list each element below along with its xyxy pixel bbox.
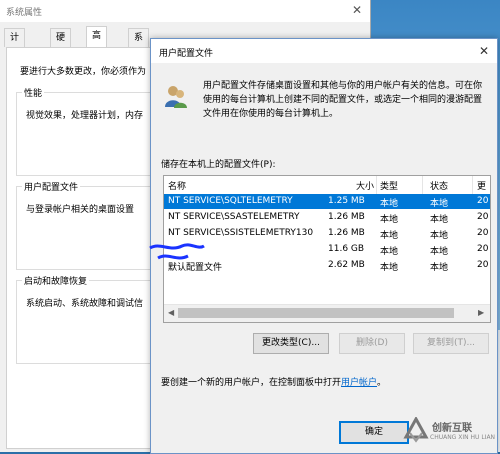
scrollbar-thumb[interactable] — [178, 308, 454, 318]
redaction-scribble — [149, 243, 205, 260]
ok-button[interactable]: 确定 — [339, 421, 409, 444]
copy-to-button[interactable]: 复制到(T)... — [413, 333, 489, 354]
startup-group — [16, 280, 158, 364]
row-status: 本地 — [430, 199, 449, 209]
table-row[interactable]: 11.6 GB 本地 本地 20 — [164, 242, 490, 257]
row-type: 本地 — [380, 215, 399, 225]
scroll-right-icon[interactable]: ▶ — [478, 308, 484, 317]
scroll-left-icon[interactable]: ◀ — [168, 308, 174, 317]
list-header: 名称 大小 类型 状态 更 — [164, 176, 490, 195]
tab-hardware[interactable]: 硬件 — [50, 28, 72, 61]
profiles-list-caption: 储存在本机上的配置文件(P): — [161, 160, 276, 170]
row-type: 本地 — [380, 263, 399, 273]
watermark-subtext: CHUANG XIN HU LIAN — [430, 434, 496, 441]
logo-icon — [403, 417, 429, 443]
dialog-title: 用户配置文件 — [159, 49, 214, 59]
change-type-button[interactable]: 更改类型(C)... — [253, 333, 329, 354]
row-type: 本地 — [380, 231, 399, 241]
profiles-label: 用户配置文件 — [22, 180, 81, 193]
row-type: 本地 — [380, 247, 399, 257]
create-account-hint: 要创建一个新的用户帐户，在控制面板中打开用户帐户。 — [161, 375, 386, 388]
close-icon[interactable]: ✕ — [352, 3, 362, 17]
profiles-list[interactable]: 名称 大小 类型 状态 更 NT SERVICE\SQLTELEMETRY 1.… — [163, 175, 491, 323]
row-name: NT SERVICE\SSASTELEMETRY — [168, 212, 300, 222]
column-type[interactable]: 类型 — [380, 179, 398, 192]
performance-text: 视觉效果，处理器计划，内存 — [26, 111, 144, 121]
table-row[interactable]: NT SERVICE\SSASTELEMETRY 1.26 MB 本地 本地 2… — [164, 210, 490, 225]
footer-suffix: 。 — [377, 378, 387, 388]
row-type: 本地 — [380, 199, 399, 209]
column-status[interactable]: 状态 — [430, 179, 448, 192]
startup-text: 系统启动、系统故障和调试信 — [26, 299, 144, 309]
row-size: 1.26 MB — [328, 212, 365, 222]
row-more: 20 — [477, 228, 489, 238]
sysprops-titlebar: 系统属性 ✕ — [0, 0, 370, 22]
tab-system-protection[interactable]: 系统保护 — [128, 28, 150, 97]
horizontal-scrollbar[interactable]: ◀ ▶ — [164, 304, 490, 322]
performance-group — [16, 92, 158, 176]
watermark-text: 创新互联 — [432, 423, 472, 434]
row-status: 本地 — [430, 231, 449, 241]
table-row[interactable]: NT SERVICE\SSISTELEMETRY130 1.26 MB 本地 本… — [164, 226, 490, 241]
sysprops-title: 系统属性 — [6, 8, 43, 18]
row-more: 20 — [477, 260, 489, 270]
close-icon[interactable]: ✕ — [479, 44, 489, 58]
footer-prefix: 要创建一个新的用户帐户，在控制面板中打开 — [161, 378, 342, 388]
row-more: 20 — [477, 244, 489, 254]
row-size: 1.25 MB — [328, 196, 365, 206]
column-divider[interactable] — [376, 176, 377, 194]
column-more[interactable]: 更 — [477, 179, 486, 192]
column-size[interactable]: 大小 — [356, 179, 374, 192]
user-accounts-link[interactable]: 用户帐户 — [341, 378, 377, 388]
dialog-titlebar: 用户配置文件 ✕ — [151, 39, 497, 63]
row-status: 本地 — [430, 247, 449, 257]
row-more: 20 — [477, 212, 489, 222]
admin-intro-text: 要进行大多数更改，你必须作为 — [20, 67, 147, 77]
row-size: 1.26 MB — [328, 228, 365, 238]
performance-label: 性能 — [22, 86, 45, 99]
users-icon — [165, 86, 187, 108]
table-row[interactable]: 默认配置文件 2.62 MB 本地 本地 20 — [164, 258, 490, 273]
column-name[interactable]: 名称 — [168, 179, 186, 192]
row-name: NT SERVICE\SSISTELEMETRY130 — [168, 228, 314, 238]
dialog-description: 用户配置文件存储桌面设置和其他与你的用户帐户有关的信息。可在你使用的每台计算机上… — [203, 81, 483, 119]
row-more: 20 — [477, 196, 489, 206]
tab-advanced[interactable]: 高级 — [86, 26, 108, 59]
row-name: NT SERVICE\SQLTELEMETRY — [168, 196, 293, 206]
row-size: 2.62 MB — [328, 260, 365, 270]
table-row[interactable]: NT SERVICE\SQLTELEMETRY 1.25 MB 本地 本地 20 — [164, 194, 490, 209]
profiles-text: 与登录帐户相关的桌面设置 — [26, 205, 135, 215]
column-divider[interactable] — [472, 176, 473, 194]
tab-computer-name[interactable]: 计算机名 — [4, 28, 26, 97]
row-size: 11.6 GB — [328, 244, 365, 254]
watermark-logo: 创新互联 CHUANG XIN HU LIAN — [400, 414, 500, 448]
delete-button[interactable]: 删除(D) — [339, 333, 405, 354]
row-status: 本地 — [430, 263, 449, 273]
column-divider[interactable] — [422, 176, 423, 194]
startup-label: 启动和故障恢复 — [22, 274, 90, 287]
row-status: 本地 — [430, 215, 449, 225]
profiles-group — [16, 186, 158, 270]
